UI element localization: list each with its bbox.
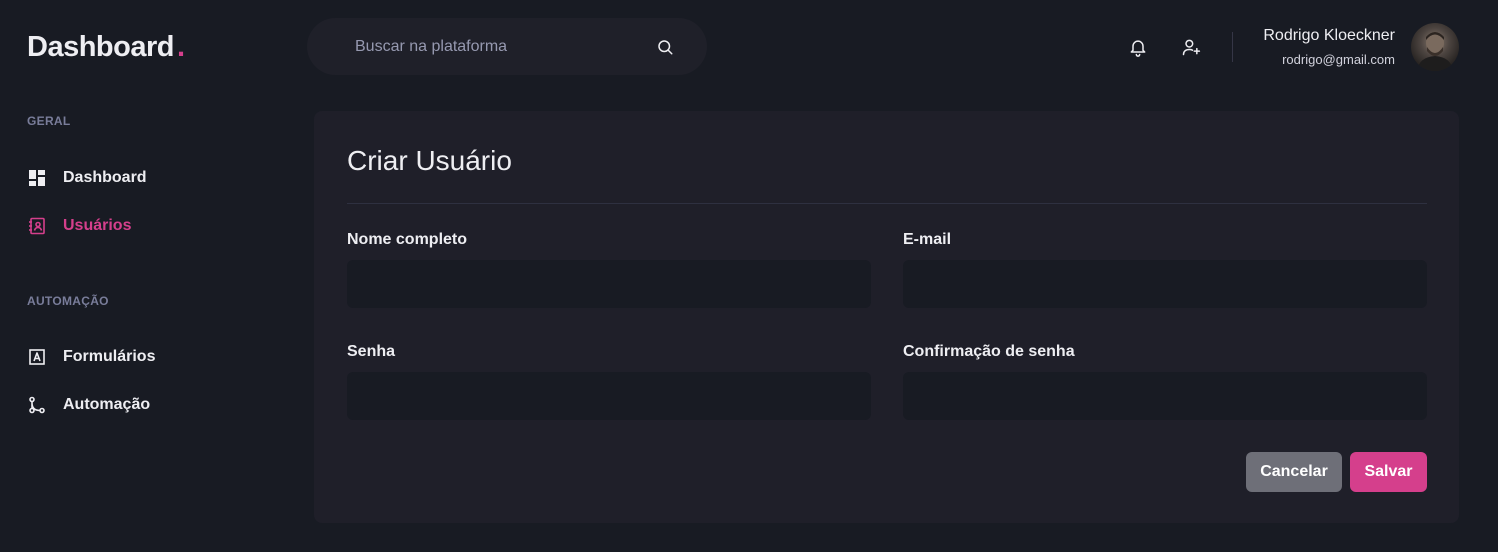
- user-name: Rodrigo Kloeckner: [1263, 27, 1395, 44]
- sidebar-item-label: Usuários: [63, 217, 132, 234]
- page-title: Criar Usuário: [347, 145, 512, 176]
- add-user-icon[interactable]: [1180, 36, 1202, 58]
- password-confirmation-field[interactable]: [903, 372, 1427, 420]
- create-user-card: Criar Usuário Nome completo E-mail Senha…: [314, 111, 1459, 523]
- git-merge-icon: [27, 395, 47, 415]
- password-label: Senha: [347, 343, 396, 360]
- logo-dot: .: [176, 31, 185, 63]
- title-divider: [347, 203, 1427, 204]
- sidebar-section-automacao: AUTOMAÇÃO: [27, 294, 109, 308]
- contacts-icon: [27, 216, 47, 236]
- sidebar-item-formularios[interactable]: Formulários: [27, 347, 155, 367]
- avatar[interactable]: [1411, 23, 1459, 71]
- search-input[interactable]: [355, 37, 655, 56]
- name-field[interactable]: [347, 260, 871, 308]
- header-divider: [1232, 32, 1233, 62]
- cancel-button[interactable]: Cancelar: [1246, 452, 1342, 492]
- user-email: rodrigo@gmail.com: [1282, 52, 1395, 67]
- logo: Dashboard.: [27, 30, 185, 64]
- sidebar-item-usuarios[interactable]: Usuários: [27, 216, 131, 236]
- sidebar-item-automacao[interactable]: Automação: [27, 395, 150, 415]
- sidebar-item-label: Formulários: [63, 348, 156, 365]
- password-confirmation-label: Confirmação de senha: [903, 343, 1075, 360]
- notifications-icon[interactable]: [1127, 36, 1149, 58]
- sidebar-item-label: Dashboard: [63, 169, 147, 186]
- dashboard-icon: [27, 168, 47, 188]
- sidebar-section-geral: GERAL: [27, 114, 71, 128]
- password-field[interactable]: [347, 372, 871, 420]
- sidebar-item-dashboard[interactable]: Dashboard: [27, 168, 147, 188]
- name-label: Nome completo: [347, 231, 468, 248]
- email-field[interactable]: [903, 260, 1427, 308]
- email-label: E-mail: [903, 231, 952, 248]
- sidebar-item-label: Automação: [63, 396, 151, 413]
- form-icon: [27, 347, 47, 367]
- logo-text: Dashboard: [27, 31, 174, 63]
- save-button[interactable]: Salvar: [1350, 452, 1427, 492]
- search-bar[interactable]: [307, 18, 707, 75]
- search-icon[interactable]: [655, 37, 675, 57]
